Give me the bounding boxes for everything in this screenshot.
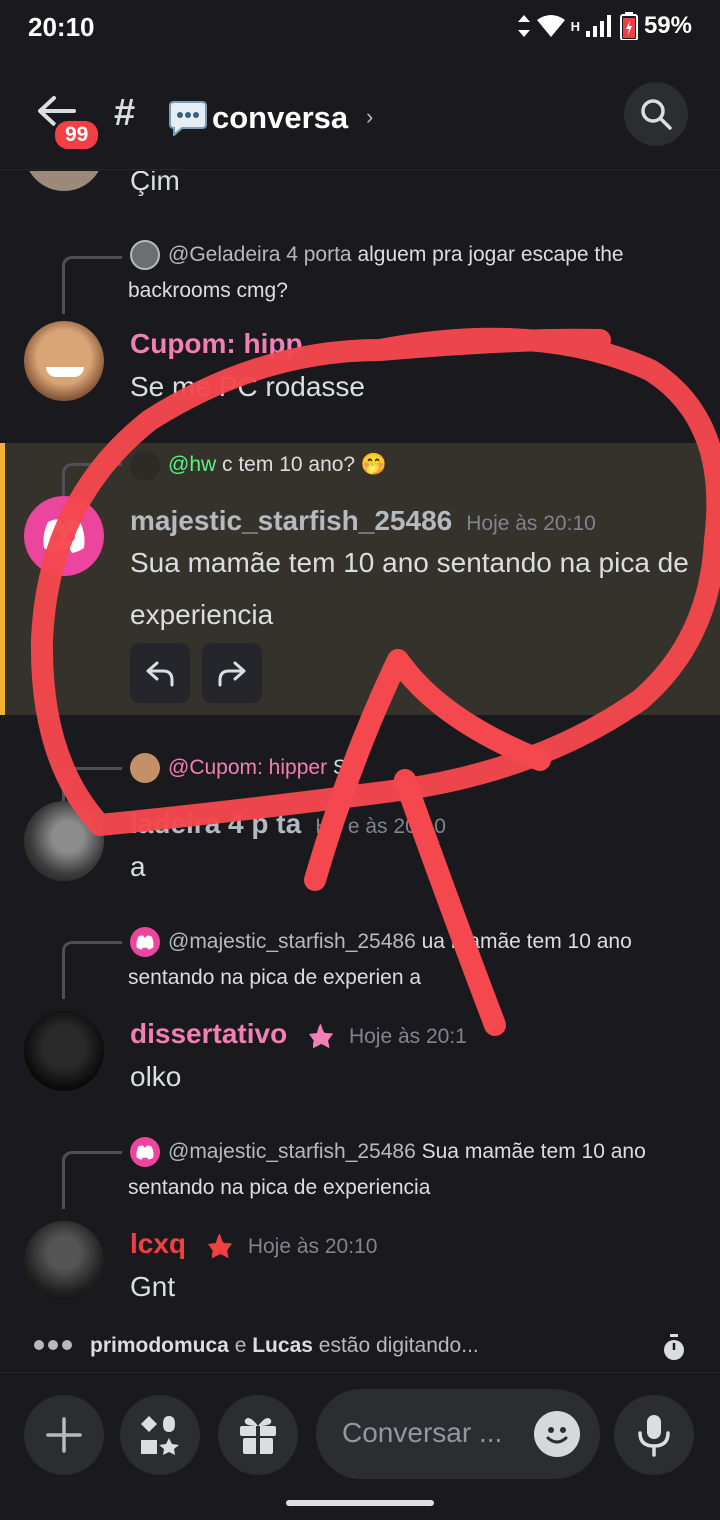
message-content: Çim (130, 171, 180, 196)
author-name[interactable]: majestic_starfish_25486 (130, 505, 452, 536)
message-author[interactable]: Cupom: hipp (130, 328, 303, 360)
star-icon (207, 1233, 232, 1258)
microphone-icon (638, 1415, 670, 1457)
hash-icon: # (114, 92, 136, 134)
status-icons: H 59% (517, 12, 692, 40)
reply-button[interactable] (130, 643, 190, 703)
message-content: Gnt (130, 1271, 176, 1302)
message-timestamp: Hoje às 20:1 (348, 1025, 467, 1048)
typing-suffix: estão digitando... (318, 1334, 479, 1357)
gift-button[interactable] (218, 1395, 298, 1475)
avatar[interactable] (24, 1011, 104, 1091)
reply-connector (62, 941, 122, 999)
channel-header: 99 # conversa › (0, 70, 720, 170)
reply-preview[interactable]: @hw c tem 10 ano? 🤭 (168, 447, 720, 483)
signal-icon (585, 15, 611, 37)
reply-preview[interactable]: @Geladeira 4 porta alguem pra jogar esca… (128, 237, 688, 309)
reply-preview[interactable]: @majestic_starfish_25486 ua mamãe tem 10… (128, 924, 688, 996)
author-name[interactable]: ladeira 4 p ta (130, 808, 301, 839)
reply-icon (146, 661, 174, 687)
message-content: a (130, 851, 146, 882)
avatar[interactable] (24, 1221, 104, 1301)
avatar[interactable] (24, 321, 104, 401)
typing-user: Lucas (252, 1334, 313, 1357)
reply-preview[interactable]: @majestic_starfish_25486 Sua mamãe tem 1… (128, 1134, 688, 1206)
message-author[interactable]: lcxq Hoje às 20:10 (130, 1228, 377, 1260)
author-name[interactable]: dissertativo (130, 1018, 287, 1049)
avatar[interactable] (24, 801, 104, 881)
typing-indicator: primodomuca e Lucas estão digitando... (0, 1330, 720, 1370)
reply-avatar (130, 753, 160, 783)
channel-name[interactable]: conversa (212, 100, 348, 136)
reply-connector (62, 1151, 122, 1209)
reply-avatar (130, 451, 160, 481)
search-button[interactable] (624, 82, 688, 146)
attach-button[interactable] (24, 1395, 104, 1475)
emoji-button[interactable] (534, 1411, 580, 1457)
reply-author: @Cupom: hipper (168, 756, 328, 779)
reply-author: @hw (168, 453, 217, 476)
reply-author: @majestic_starfish_25486 (168, 930, 416, 953)
message-timestamp: Ho e às 20:10 (315, 815, 446, 838)
reply-snippet: c tem 10 ano? 🤭 (222, 453, 388, 476)
message-timestamp: Hoje às 20:10 (247, 1235, 378, 1258)
author-name[interactable]: lcxq (130, 1228, 186, 1259)
battery-icon (619, 12, 638, 40)
status-time: 20:10 (28, 12, 95, 42)
battery-percent: 59% (643, 12, 692, 39)
message-content: Sua mamãe tem 10 ano sentando na pica de… (130, 547, 689, 630)
reply-preview[interactable]: @Cupom: hipper S (168, 750, 720, 786)
apps-icon (141, 1416, 179, 1455)
message-timestamp: Hoje às 20:10 (466, 512, 596, 535)
unread-badge: 99 (52, 118, 102, 152)
message-input[interactable]: Conversar ... (316, 1389, 600, 1479)
forward-icon (218, 661, 246, 687)
message-list[interactable]: Çim @Geladeira 4 porta alguem pra jogar … (0, 171, 720, 1331)
composer-bar: Conversar ... (0, 1372, 720, 1520)
message-content: olko (130, 1061, 182, 1092)
voice-message-button[interactable] (614, 1395, 694, 1475)
speech-bubble-icon (169, 101, 207, 136)
reply-connector (62, 767, 122, 801)
avatar[interactable] (24, 171, 104, 191)
apps-button[interactable] (120, 1395, 200, 1475)
chevron-right-icon: › (366, 104, 374, 129)
reply-connector (62, 463, 122, 497)
network-type: H (570, 18, 580, 34)
gift-icon (240, 1418, 276, 1454)
forward-button[interactable] (202, 643, 262, 703)
avatar[interactable] (24, 496, 104, 576)
reply-author: @Geladeira 4 porta (168, 243, 352, 266)
typing-conjunction: e (234, 1334, 247, 1357)
typing-dots-icon (34, 1340, 72, 1350)
message-author[interactable]: majestic_starfish_25486 Hoje às 20:10 (130, 505, 596, 537)
reply-snippet: S (332, 756, 347, 779)
reply-author: @majestic_starfish_25486 (168, 1140, 416, 1163)
message-author[interactable]: dissertativo Hoje às 20:1 (130, 1018, 467, 1050)
search-icon (641, 99, 672, 130)
home-indicator[interactable] (286, 1500, 434, 1506)
message-content: Se me PC rodasse (130, 371, 365, 402)
timer-icon[interactable] (662, 1334, 686, 1362)
star-icon (308, 1023, 333, 1048)
data-arrows-icon (517, 15, 530, 37)
plus-icon (46, 1417, 82, 1453)
reply-connector (62, 256, 122, 314)
wifi-icon (536, 15, 565, 37)
message-input-placeholder: Conversar ... (342, 1417, 503, 1448)
back-button[interactable]: 99 (36, 94, 102, 154)
discord-logo-icon (43, 519, 85, 553)
emoji-icon (546, 1427, 568, 1444)
message-author[interactable]: ladeira 4 p ta Ho e às 20:10 (130, 808, 446, 840)
typing-user: primodomuca (90, 1334, 229, 1357)
typing-text: primodomuca e Lucas estão digitando... (90, 1334, 479, 1358)
status-bar: 20:10 H 59% (0, 0, 720, 56)
